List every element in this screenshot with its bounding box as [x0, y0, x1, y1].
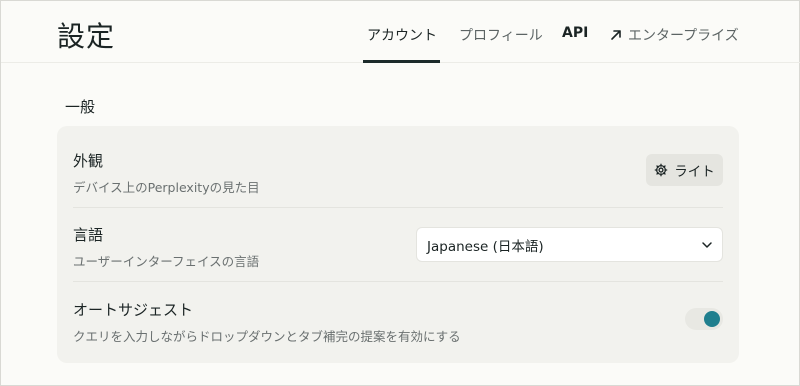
tab-account[interactable]: アカウント — [367, 25, 437, 45]
autosuggest-toggle[interactable] — [685, 308, 723, 330]
divider — [73, 281, 723, 282]
external-arrow-icon — [611, 30, 621, 40]
tab-api[interactable]: API — [562, 25, 588, 41]
tab-enterprise-label: エンタープライズ — [628, 28, 739, 44]
page-title: 設定 — [57, 20, 116, 53]
language-select-value: Japanese (日本語) — [427, 238, 544, 255]
chevron-down-icon — [702, 242, 712, 248]
settings-card: 外観 デバイス上のPerplexityの見た目 ライト 言語 ユーザーインターフ… — [57, 126, 739, 363]
tab-profile[interactable]: プロフィール — [459, 25, 543, 45]
appearance-title: 外観 — [73, 152, 104, 170]
gear-icon — [654, 163, 668, 177]
language-select[interactable]: Japanese (日本語) — [416, 227, 723, 262]
appearance-description: デバイス上のPerplexityの見た目 — [73, 180, 260, 195]
settings-window: 設定 アカウント プロフィール API エンタープライズ 一般 外観 デバイス上… — [0, 0, 800, 386]
autosuggest-row: オートサジェスト クエリを入力しながらドロップダウンとタブ補完の提案を有効にする — [73, 299, 723, 345]
toggle-knob — [704, 311, 720, 327]
autosuggest-title: オートサジェスト — [73, 301, 194, 319]
theme-button[interactable]: ライト — [646, 154, 723, 186]
section-title: 一般 — [65, 98, 96, 116]
tab-enterprise[interactable]: エンタープライズ — [610, 25, 739, 45]
autosuggest-description: クエリを入力しながらドロップダウンとタブ補完の提案を有効にする — [73, 329, 461, 344]
theme-button-label: ライト — [674, 164, 715, 180]
divider — [73, 207, 723, 208]
header: 設定 アカウント プロフィール API エンタープライズ — [1, 1, 800, 63]
active-tab-indicator — [363, 60, 440, 63]
appearance-row: 外観 デバイス上のPerplexityの見た目 — [73, 150, 723, 196]
